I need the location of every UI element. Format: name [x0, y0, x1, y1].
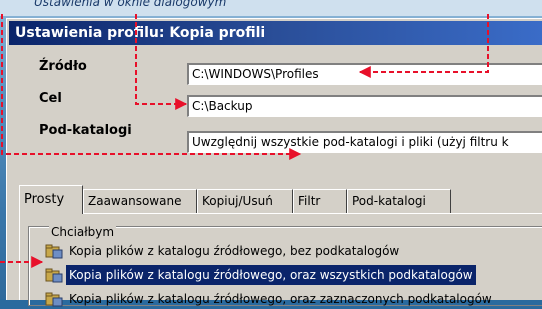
- subfolders-field[interactable]: Uwzględnij wszystkie pod-katalogi i plik…: [187, 131, 542, 153]
- destination-field[interactable]: C:\Backup: [187, 95, 542, 117]
- group-legend: Chciałbym: [49, 225, 117, 239]
- option-label: Kopia plików z katalogu źródłowego, oraz…: [66, 265, 476, 285]
- option-label: Kopia plików z katalogu źródłowego, bez …: [69, 244, 400, 258]
- header-fragment-text: Ustawienia w oknie dialogowym: [34, 0, 227, 9]
- tab-advanced[interactable]: Zaawansowane: [83, 189, 197, 213]
- copy-folder-icon: [45, 292, 63, 307]
- tab-copy-delete[interactable]: Kopiuj/Usuń: [197, 189, 293, 213]
- source-label: Źródło: [39, 59, 87, 74]
- tab-panel-simple: Chciałbym Kopia plików z katalogu źródło…: [19, 213, 542, 307]
- copy-folder-icon: [45, 268, 63, 283]
- header-fragment: Ustawienia w oknie dialogowym: [0, 0, 542, 16]
- copy-folder-icon: [45, 244, 63, 259]
- option-label: Kopia plików z katalogu źródłowego, oraz…: [69, 292, 492, 306]
- tab-simple[interactable]: Prosty: [19, 185, 83, 214]
- dialog-title: Ustawienia profilu: Kopia profili: [9, 21, 542, 45]
- profile-settings-dialog: Ustawienia profilu: Kopia profili Źródło…: [6, 18, 542, 307]
- tab-strip: Prosty Zaawansowane Kopiuj/Usuń Filtr Po…: [19, 185, 542, 215]
- subfolders-label: Pod-katalogi: [39, 123, 132, 138]
- destination-label: Cel: [39, 91, 62, 106]
- tab-filter[interactable]: Filtr: [293, 189, 347, 213]
- options-group: Chciałbym Kopia plików z katalogu źródło…: [28, 225, 542, 307]
- source-field[interactable]: C:\WINDOWS\Profiles: [187, 63, 542, 85]
- tab-subfolders[interactable]: Pod-katalogi: [347, 189, 451, 213]
